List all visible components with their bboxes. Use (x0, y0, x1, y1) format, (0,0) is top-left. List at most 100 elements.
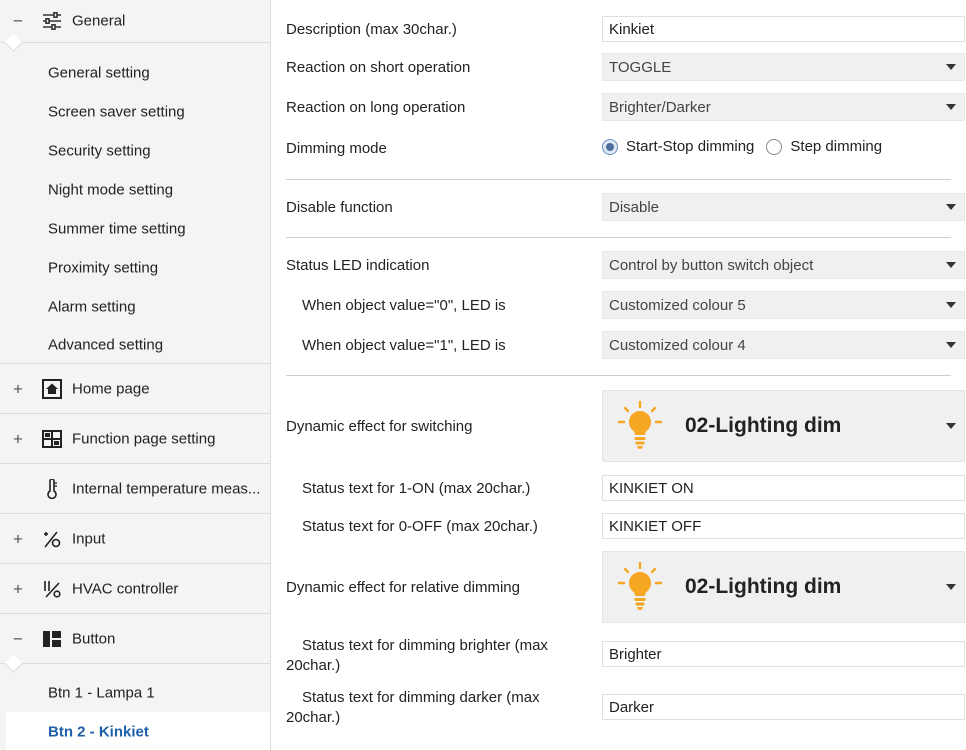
disable-function-row: Disable function Disable (286, 193, 965, 221)
sidebar-item-night-mode[interactable]: Night mode setting (0, 170, 270, 209)
sidebar-item-label: Alarm setting (48, 298, 136, 315)
sidebar-item-security[interactable]: Security setting (0, 131, 270, 170)
status-on-field[interactable]: KINKIET ON (602, 475, 965, 501)
status-on-label: Status text for 1-ON (max 20char.) (302, 480, 531, 497)
sliders-icon (42, 11, 62, 31)
status-brighter-field[interactable]: Brighter (602, 641, 965, 667)
input-switch-icon (42, 529, 62, 549)
long-operation-select[interactable]: Brighter/Darker (602, 93, 965, 121)
status-on-row: Status text for 1-ON (max 20char.) KINKI… (286, 475, 965, 501)
sidebar-item-general-setting[interactable]: General setting (0, 53, 270, 92)
status-brighter-row: Status text for dimming brighter (max 20… (286, 636, 965, 676)
dynamic-switch-row: Dynamic effect for switching 02-Lighting… (286, 390, 965, 462)
radio-indicator[interactable] (602, 138, 618, 155)
radio-start-stop[interactable]: Start-Stop dimming (602, 138, 754, 155)
chevron-down-icon (946, 64, 956, 70)
sidebar-node-label: HVAC controller (72, 580, 179, 597)
description-label: Description (max 30char.) (286, 21, 457, 38)
radio-label: Start-Stop dimming (626, 138, 755, 155)
select-value: Brighter/Darker (609, 98, 711, 116)
thermometer-icon (42, 478, 62, 499)
parameter-panel: Description (max 30char.) Kinkiet Reacti… (271, 0, 966, 750)
button-layout-icon (42, 629, 62, 649)
status-brighter-label: Status text for dimming brighter (max 20… (286, 637, 548, 674)
home-icon (42, 378, 62, 399)
led-1-row: When object value="1", LED is Customized… (286, 331, 965, 359)
sidebar-node-hvac[interactable]: + HVAC controller (0, 564, 270, 614)
chevron-down-icon (946, 423, 956, 429)
sidebar-node-general[interactable]: − General (0, 0, 270, 52)
dimming-mode-row: Dimming mode Start-Stop dimming Step dim… (286, 136, 951, 160)
sidebar-node-label: Internal temperature meas... (72, 480, 261, 497)
short-operation-label: Reaction on short operation (286, 59, 471, 76)
status-off-row: Status text for 0-OFF (max 20char.) KINK… (286, 513, 965, 539)
collapse-toggle[interactable]: − (11, 13, 25, 30)
dynamic-switch-label: Dynamic effect for switching (286, 418, 473, 435)
radio-label: Step dimming (790, 138, 883, 155)
dimming-mode-label: Dimming mode (286, 140, 387, 157)
dynamic-switch-select[interactable]: 02-Lighting dim (602, 390, 965, 462)
description-field[interactable]: Kinkiet (602, 16, 965, 42)
sidebar-item-label: General setting (48, 64, 150, 81)
led-0-label: When object value="0", LED is (302, 297, 506, 314)
led-1-select[interactable]: Customized colour 4 (602, 331, 965, 359)
divider (286, 237, 951, 238)
sidebar-node-label: Home page (72, 380, 150, 397)
description-row: Description (max 30char.) Kinkiet (286, 16, 965, 44)
sidebar-item-proximity[interactable]: Proximity setting (0, 248, 270, 287)
status-led-select[interactable]: Control by button switch object (602, 251, 965, 279)
select-value: Disable (609, 198, 660, 216)
short-operation-select[interactable]: TOGGLE (602, 53, 965, 81)
expand-toggle[interactable]: + (11, 580, 25, 597)
sidebar-item-advanced[interactable]: Advanced setting (0, 326, 270, 363)
expand-toggle[interactable]: + (11, 380, 25, 397)
collapse-toggle[interactable]: − (11, 630, 25, 647)
long-operation-row: Reaction on long operation Brighter/Dark… (286, 93, 965, 121)
dimming-mode-radio-group: Start-Stop dimming Step dimming (602, 138, 894, 155)
expand-toggle[interactable]: + (11, 530, 25, 547)
radio-step[interactable]: Step dimming (766, 138, 882, 155)
sidebar-node-input[interactable]: + Input (0, 514, 270, 564)
sidebar-node-label: Function page setting (72, 430, 216, 447)
select-value: 02-Lighting dim (685, 575, 842, 598)
radio-indicator[interactable] (766, 138, 783, 155)
sidebar-item-alarm[interactable]: Alarm setting (0, 287, 270, 326)
sidebar-node-label: Input (72, 530, 106, 547)
sidebar-node-button[interactable]: − Button (0, 614, 270, 673)
dynamic-dim-select[interactable]: 02-Lighting dim (602, 551, 965, 623)
select-value: TOGGLE (609, 58, 672, 76)
disable-function-select[interactable]: Disable (602, 193, 965, 221)
sidebar-item-label: Screen saver setting (48, 103, 185, 120)
status-led-label: Status LED indication (286, 257, 430, 274)
divider (286, 375, 951, 376)
sidebar-item-summer-time[interactable]: Summer time setting (0, 209, 270, 248)
lightbulb-icon (617, 400, 663, 449)
hvac-icon (42, 579, 62, 599)
status-off-field[interactable]: KINKIET OFF (602, 513, 965, 539)
status-darker-label: Status text for dimming darker (max 20ch… (286, 689, 540, 726)
long-operation-label: Reaction on long operation (286, 99, 466, 116)
led-0-select[interactable]: Customized colour 5 (602, 291, 965, 319)
short-operation-row: Reaction on short operation TOGGLE (286, 53, 965, 81)
status-darker-field[interactable]: Darker (602, 694, 965, 720)
sidebar-item-screen-saver[interactable]: Screen saver setting (0, 92, 270, 131)
status-darker-row: Status text for dimming darker (max 20ch… (286, 688, 965, 728)
lightbulb-icon (617, 561, 663, 610)
status-led-row: Status LED indication Control by button … (286, 251, 965, 279)
select-value: Customized colour 4 (609, 336, 746, 354)
sidebar-node-function-page[interactable]: + Function page setting (0, 414, 270, 464)
chevron-down-icon (946, 204, 956, 210)
sidebar-node-home-page[interactable]: + Home page (0, 364, 270, 414)
select-value: Customized colour 5 (609, 296, 746, 314)
status-off-label: Status text for 0-OFF (max 20char.) (302, 518, 538, 535)
expand-toggle[interactable]: + (11, 430, 25, 447)
sidebar-item-label: Security setting (48, 142, 151, 159)
sidebar-node-label: Button (72, 630, 116, 647)
sidebar-item-label: Advanced setting (48, 336, 164, 353)
sidebar-item-btn-2[interactable]: Btn 2 - Kinkiet (6, 712, 270, 750)
sidebar-node-internal-temperature[interactable]: Internal temperature meas... (0, 464, 270, 514)
sidebar-item-label: Summer time setting (48, 220, 186, 237)
sidebar-item-btn-1[interactable]: Btn 1 - Lampa 1 (0, 673, 270, 712)
led-0-row: When object value="0", LED is Customized… (286, 291, 965, 319)
select-value: Control by button switch object (609, 256, 814, 274)
